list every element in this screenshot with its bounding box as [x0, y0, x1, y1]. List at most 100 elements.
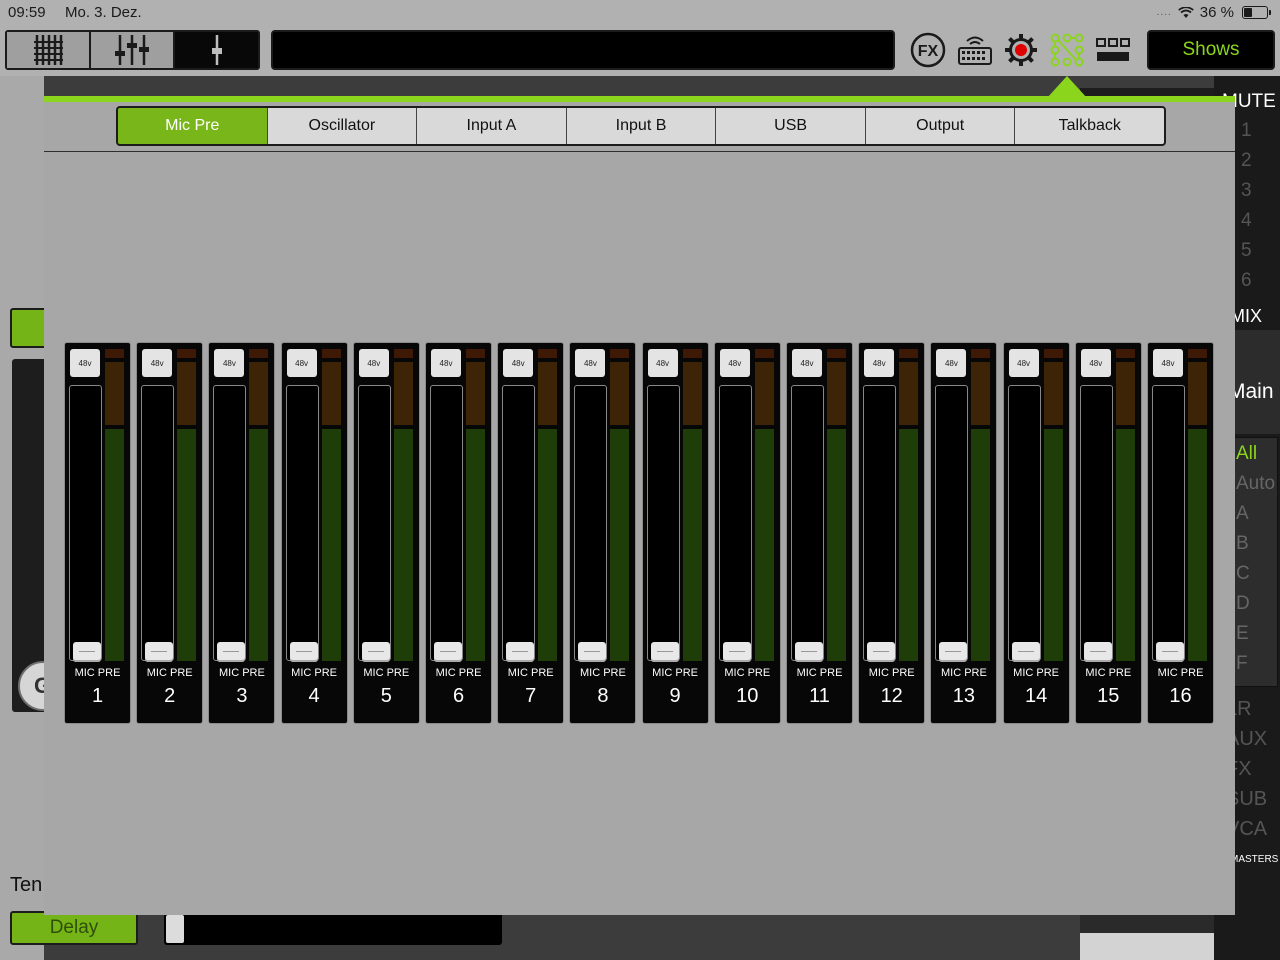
mic-pre-strip-6: 48v MIC PRE 6 — [425, 342, 492, 724]
phantom-power-button[interactable]: 48v — [358, 349, 389, 377]
gain-fader-handle[interactable] — [722, 642, 751, 662]
gain-fader-track[interactable] — [574, 385, 608, 662]
gain-fader-track[interactable] — [935, 385, 969, 662]
phantom-power-button[interactable]: 48v — [431, 349, 461, 377]
phantom-power-button[interactable]: 48v — [936, 349, 967, 377]
channel-view-button[interactable] — [7, 32, 91, 68]
phantom-power-button[interactable]: 48v — [719, 349, 750, 377]
tab-input-b[interactable]: Input B — [566, 108, 717, 144]
gain-fader-track[interactable] — [718, 385, 752, 662]
tab-talkback[interactable]: Talkback — [1015, 108, 1164, 144]
gain-fader-track[interactable] — [1152, 385, 1185, 662]
gain-fader-track[interactable] — [1007, 385, 1041, 662]
filter-f[interactable]: F — [1236, 653, 1248, 675]
filter-c[interactable]: C — [1236, 563, 1250, 585]
tab-usb[interactable]: USB — [716, 108, 866, 144]
gain-fader-handle[interactable] — [217, 642, 246, 662]
gain-fader-handle[interactable] — [506, 642, 535, 662]
settings-button[interactable] — [1003, 32, 1039, 68]
gain-fader-track[interactable] — [357, 385, 391, 662]
gain-fader-track[interactable] — [141, 385, 175, 662]
underlying-fader-handle[interactable] — [166, 915, 184, 943]
gain-fader-handle[interactable] — [1156, 642, 1184, 662]
meter-signal-segment — [249, 429, 269, 661]
gain-fader-track[interactable] — [1079, 385, 1113, 662]
gain-fader-handle[interactable] — [289, 642, 318, 662]
gain-fader-handle[interactable] — [1083, 642, 1112, 662]
gain-fader-track[interactable] — [863, 385, 897, 662]
mute-group-item[interactable]: 5 — [1241, 240, 1252, 262]
gain-fader-handle[interactable] — [578, 642, 607, 662]
filter-auto[interactable]: Auto — [1236, 473, 1275, 495]
filter-e[interactable]: E — [1236, 623, 1249, 645]
gain-fader-handle[interactable] — [650, 642, 679, 662]
phantom-power-button[interactable]: 48v — [647, 349, 678, 377]
main-display — [271, 30, 895, 70]
filter-all[interactable]: All — [1236, 443, 1257, 465]
tab-mic-pre[interactable]: Mic Pre — [118, 108, 268, 144]
status-bar: 09:59 Mo. 3. Dez. .... 36 % — [0, 0, 1280, 26]
meter-signal-segment — [321, 429, 341, 661]
keyboard-button[interactable] — [957, 32, 993, 68]
mute-group-item[interactable]: 3 — [1241, 180, 1252, 202]
gain-fader-handle[interactable] — [361, 642, 390, 662]
gain-fader-track[interactable] — [285, 385, 319, 662]
filter-b[interactable]: B — [1236, 533, 1249, 555]
gain-fader-handle[interactable] — [795, 642, 823, 662]
meter-clip-segment — [249, 349, 269, 358]
filter-a[interactable]: A — [1236, 503, 1249, 525]
mute-group-item[interactable]: 4 — [1241, 210, 1252, 232]
delay-button[interactable]: Delay — [10, 911, 138, 945]
phantom-power-button[interactable]: 48v — [792, 349, 822, 377]
meter-warn-segment — [321, 362, 341, 425]
gain-fader-track[interactable] — [791, 385, 824, 662]
shows-button[interactable]: Shows — [1147, 30, 1275, 70]
meter-signal-segment — [105, 429, 124, 661]
meter-clip-segment — [754, 349, 774, 358]
meter-warn-segment — [105, 362, 124, 425]
gain-fader-track[interactable] — [430, 385, 463, 662]
gain-fader-track[interactable] — [502, 385, 536, 662]
mixer-view-button[interactable] — [91, 32, 175, 68]
gain-fader-track[interactable] — [69, 385, 102, 662]
phantom-power-button[interactable]: 48v — [70, 349, 100, 377]
underlying-fader-bar[interactable] — [164, 911, 502, 945]
gain-fader-handle[interactable] — [939, 642, 968, 662]
tab-input-a[interactable]: Input A — [417, 108, 567, 144]
mute-group-item[interactable]: 2 — [1241, 150, 1252, 172]
strip-label: MIC PRE — [507, 667, 554, 679]
tab-oscillator[interactable]: Oscillator — [267, 108, 418, 144]
view-selector — [5, 30, 260, 70]
gain-fader-handle[interactable] — [145, 642, 174, 662]
tab-output[interactable]: Output — [865, 108, 1016, 144]
meter-signal-segment — [393, 429, 413, 661]
phantom-power-button[interactable]: 48v — [575, 349, 606, 377]
mic-pre-strip-12: 48v MIC PRE 12 — [858, 342, 926, 724]
layout-button[interactable] — [1095, 32, 1131, 68]
phantom-power-button[interactable]: 48v — [864, 349, 895, 377]
phantom-power-button[interactable]: 48v — [1080, 349, 1111, 377]
phantom-power-button[interactable]: 48v — [142, 349, 173, 377]
gain-fader-handle[interactable] — [434, 642, 462, 662]
strip-number: 4 — [308, 685, 320, 707]
mute-group-item[interactable]: 6 — [1241, 270, 1252, 292]
phantom-power-button[interactable]: 48v — [1153, 349, 1183, 377]
phantom-power-button[interactable]: 48v — [503, 349, 534, 377]
gain-fader-handle[interactable] — [867, 642, 896, 662]
level-meter — [899, 349, 919, 661]
phantom-power-button[interactable]: 48v — [1008, 349, 1039, 377]
patch-button[interactable] — [1049, 32, 1085, 68]
mic-pre-strip-15: 48v MIC PRE 15 — [1074, 342, 1142, 724]
fx-button[interactable]: FX — [910, 32, 946, 68]
filter-d[interactable]: D — [1236, 593, 1250, 615]
phantom-power-button[interactable]: 48v — [214, 349, 245, 377]
single-fader-button[interactable] — [175, 32, 258, 68]
gain-fader-track[interactable] — [213, 385, 247, 662]
mic-pre-strip-11: 48v MIC PRE 11 — [786, 342, 853, 724]
gain-fader-handle[interactable] — [1011, 642, 1040, 662]
mute-group-item[interactable]: 1 — [1241, 120, 1252, 142]
phantom-power-button[interactable]: 48v — [286, 349, 317, 377]
gain-fader-handle[interactable] — [73, 642, 101, 662]
gain-fader-track[interactable] — [646, 385, 680, 662]
strip-number: 9 — [669, 685, 681, 707]
